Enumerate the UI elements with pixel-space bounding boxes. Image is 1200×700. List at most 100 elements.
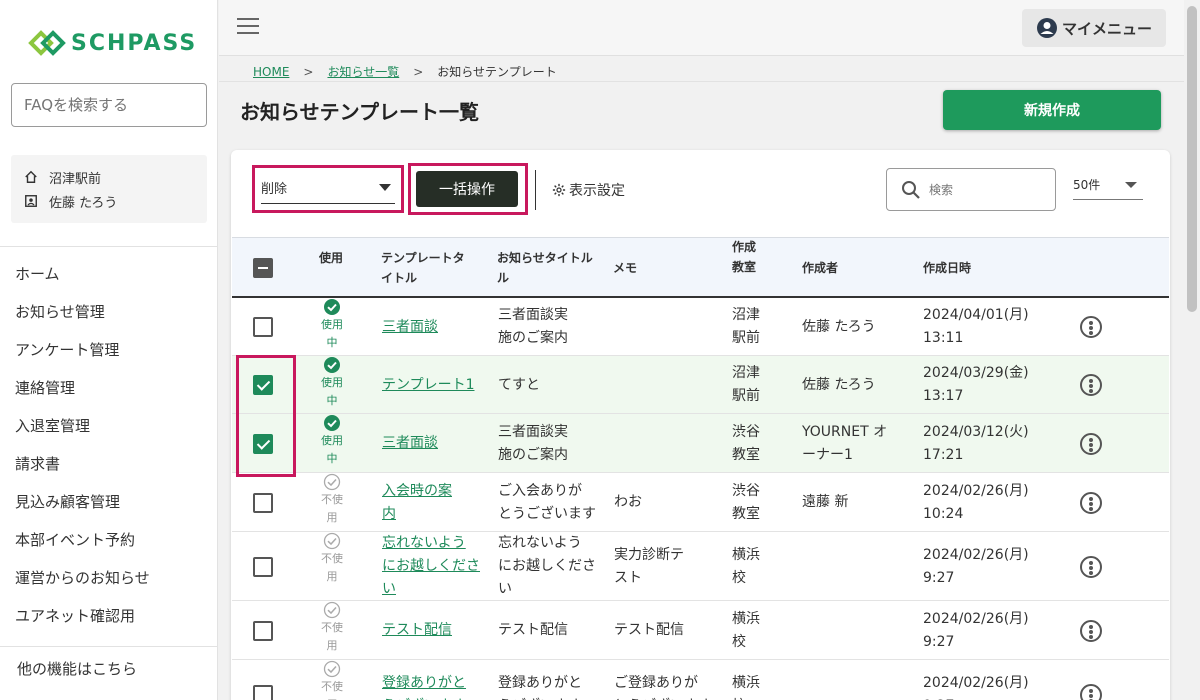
bulk-operation-button[interactable]: 一括操作: [416, 171, 518, 207]
created-at: 2024/02/26(月)9:27: [923, 611, 1029, 650]
status-not-in-use: 不使用: [312, 660, 352, 700]
breadcrumb-notices[interactable]: お知らせ一覧: [327, 63, 399, 80]
new-create-button[interactable]: 新規作成: [943, 90, 1161, 130]
header-creator: 作成者: [802, 261, 839, 275]
table-row[interactable]: 不使用忘れないよう にお越しください忘れないよう にお越しください実力診断テ スト 横浜…: [232, 532, 1169, 601]
notice-title: 登録ありがとうございます: [498, 675, 582, 700]
table-header: 使用 テンプレートタ イトル お知らせタイトル ル メモ 作成 教室 作成者 作…: [232, 237, 1169, 298]
faq-search-input[interactable]: [11, 83, 207, 127]
highlight-frame: [236, 355, 296, 477]
status-not-in-use: 不使用: [312, 532, 352, 586]
display-settings-button[interactable]: 表示設定: [552, 180, 625, 200]
notice-title: てすと: [498, 377, 540, 393]
bulk-action-selected-value: 削除: [261, 182, 288, 197]
sidebar-divider: [0, 246, 218, 247]
sidebar-item-notices[interactable]: お知らせ管理: [0, 293, 218, 331]
sidebar-item-invoice[interactable]: 請求書: [0, 445, 218, 483]
row-checkbox[interactable]: [253, 493, 273, 513]
gear-icon: [552, 183, 566, 197]
memo: 実力診断テ スト: [614, 547, 684, 586]
sidebar-item-survey[interactable]: アンケート管理: [0, 331, 218, 369]
template-title-link[interactable]: 登録ありがとうございます: [382, 672, 466, 700]
status-in-use: 使用中: [312, 298, 352, 352]
header-use: 使用: [319, 251, 344, 265]
template-title-link[interactable]: 入会時の案内: [382, 480, 452, 526]
user-info: 沼津駅前 佐藤 たろう: [11, 155, 207, 223]
row-menu-icon[interactable]: [1080, 374, 1102, 396]
per-page-select[interactable]: 50件: [1073, 176, 1143, 200]
sidebar-item-hq-events[interactable]: 本部イベント予約: [0, 521, 218, 559]
notice-title: 忘れないよう にお越しください: [498, 535, 596, 597]
row-menu-icon[interactable]: [1080, 684, 1102, 700]
my-menu-button[interactable]: マイメニュー: [1022, 9, 1166, 47]
sidebar-item-contact[interactable]: 連絡管理: [0, 369, 218, 407]
user-row: 佐藤 たろう: [23, 189, 195, 213]
row-checkbox[interactable]: [253, 317, 273, 337]
row-menu-icon[interactable]: [1080, 433, 1102, 455]
table-row[interactable]: 使用中 テンプレート1 てすと 沼津 駅前 佐藤 たろう 2024/03/29(金) 13:1…: [232, 356, 1169, 414]
sidebar-item-attendance[interactable]: 入退室管理: [0, 407, 218, 445]
template-title-link[interactable]: テスト配信: [382, 619, 452, 642]
page-title: お知らせテンプレート一覧: [240, 100, 479, 124]
table-row[interactable]: 不使用 テスト配信 テスト配信 テスト配信 横浜校 2024/02/26(月) 9:27: [232, 601, 1169, 660]
memo: テスト配信: [614, 622, 684, 638]
schpass-logo[interactable]: SCHPASS: [27, 28, 197, 58]
created-at: 2024/02/26(月)9:27: [923, 675, 1029, 700]
school-row: 沼津駅前: [23, 165, 195, 189]
bulk-action-select[interactable]: 削除: [261, 174, 395, 204]
row-menu-icon[interactable]: [1080, 620, 1102, 642]
scrollbar-thumb[interactable]: [1187, 6, 1197, 312]
created-at: 2024/03/12(火) 17:21: [923, 424, 1029, 463]
table-row[interactable]: 使用中 三者面談 三者面談実 施のご案内 沼津 駅前 佐藤 たろう 2024/04/01(月)…: [232, 298, 1169, 356]
template-title-link[interactable]: 三者面談: [382, 432, 438, 455]
account-circle-icon: [1036, 18, 1057, 38]
scrollbar[interactable]: [1184, 0, 1200, 700]
row-checkbox[interactable]: [253, 621, 273, 641]
sidebar-item-other-features[interactable]: 他の機能はこちら: [17, 658, 137, 679]
header-memo: メモ: [613, 261, 638, 275]
row-menu-icon[interactable]: [1080, 492, 1102, 514]
user-name: 佐藤 たろう: [49, 195, 118, 211]
header-created-at: 作成日時: [923, 261, 972, 275]
my-menu-label: マイメニュー: [1061, 19, 1152, 38]
hamburger-menu-icon[interactable]: [237, 18, 259, 36]
breadcrumb-home[interactable]: HOME: [253, 65, 289, 79]
table-row[interactable]: 不使用入会時の案内 ご入会ありが とうございます わお 渋谷 教室 遠藤 新 2024/02/…: [232, 473, 1169, 532]
header-classroom: 作成 教室: [732, 240, 757, 274]
status-not-in-use: 不使用: [312, 473, 352, 527]
sidebar-item-operator-news[interactable]: 運営からのお知らせ: [0, 559, 218, 597]
table-row[interactable]: 不使用 登録ありがとうございます 登録ありがとうございます ご登録ありがとうございます…: [232, 660, 1169, 700]
notice-title: 三者面談実 施のご案内: [498, 307, 568, 346]
search-box[interactable]: [886, 168, 1056, 211]
breadcrumb-divider: [219, 81, 1184, 82]
created-at: 2024/02/26(月) 10:24: [923, 483, 1029, 522]
template-title-link[interactable]: 三者面談: [382, 316, 438, 339]
template-title-link[interactable]: テンプレート1: [382, 374, 475, 397]
row-checkbox[interactable]: [253, 685, 273, 700]
check-circle-outline-icon: [323, 532, 341, 550]
sidebar-item-prospects[interactable]: 見込み顧客管理: [0, 483, 218, 521]
status-in-use: 使用中: [312, 356, 352, 410]
sidebar-item-yournet[interactable]: ユアネット確認用: [0, 597, 218, 635]
creator: 遠藤 新: [802, 494, 849, 510]
row-checkbox[interactable]: [253, 557, 273, 577]
row-menu-icon[interactable]: [1080, 316, 1102, 338]
creator: 佐藤 たろう: [802, 319, 876, 335]
creator: YOURNET オーナー1: [802, 424, 888, 463]
select-all-checkbox[interactable]: [253, 258, 273, 278]
sidebar-item-home[interactable]: ホーム: [0, 255, 218, 293]
check-circle-icon: [324, 357, 340, 373]
check-circle-icon: [324, 299, 340, 315]
breadcrumb-current: お知らせテンプレート: [437, 65, 557, 79]
classroom: 沼津 駅前: [732, 365, 760, 404]
header-notice-title: お知らせタイトル ル: [497, 251, 593, 285]
status-not-in-use: 不使用: [312, 601, 352, 655]
toolbar-divider: [535, 170, 536, 210]
classroom: 渋谷 教室: [732, 483, 760, 522]
search-input[interactable]: [929, 182, 1039, 197]
table-row[interactable]: 使用中 三者面談 三者面談実 施のご案内 渋谷 教室 YOURNET オーナー1 2024/0…: [232, 414, 1169, 473]
template-title-link[interactable]: 忘れないよう にお越しください: [382, 532, 480, 601]
row-menu-icon[interactable]: [1080, 556, 1102, 578]
highlight-frame: 削除: [252, 165, 404, 213]
dropdown-arrow-icon: [1125, 182, 1137, 188]
